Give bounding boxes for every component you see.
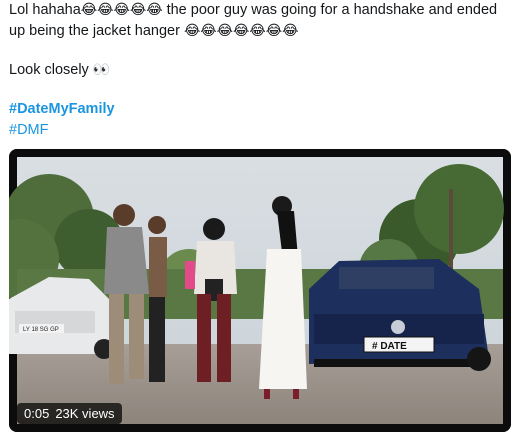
tweet-text-segment: Lol hahaha bbox=[9, 2, 81, 18]
laughing-emoji-group: 😂😂😂😂😂😂😂 bbox=[183, 23, 299, 39]
video-frame: LY 18 SG GP # DATE bbox=[9, 149, 511, 432]
tweet-text-segment: the poor guy was going for a handshake a… bbox=[162, 2, 498, 18]
white-car-plate: LY 18 SG GP bbox=[23, 327, 59, 333]
video-info-overlay: 0:05 23K views bbox=[17, 403, 122, 424]
eyes-emoji: 👀 bbox=[92, 62, 111, 78]
tweet-text-segment: up being the jacket hanger bbox=[9, 23, 184, 39]
tweet-text: Lol hahaha😂😂😂😂😂 the poor guy was going f… bbox=[9, 0, 513, 141]
video-views: 23K views bbox=[55, 406, 115, 421]
tweet-line-3: Look closely 👀 bbox=[9, 60, 513, 81]
tweet-line-2: up being the jacket hanger 😂😂😂😂😂😂😂 bbox=[9, 21, 513, 42]
hashtag-datemyfamily[interactable]: #DateMyFamily bbox=[9, 101, 115, 117]
man-hat bbox=[148, 216, 167, 382]
tweet-line-1: Lol hahaha😂😂😂😂😂 the poor guy was going f… bbox=[9, 0, 513, 21]
blue-car-plate: # DATE bbox=[372, 341, 407, 352]
hashtag-dmf[interactable]: #DMF bbox=[9, 122, 48, 138]
tweet-text-segment: Look closely bbox=[9, 62, 93, 78]
laughing-emoji-group: 😂😂😂😂😂 bbox=[80, 2, 163, 18]
video-player[interactable]: LY 18 SG GP # DATE 0:05 23K views bbox=[9, 149, 511, 432]
video-time: 0:05 bbox=[24, 406, 50, 421]
